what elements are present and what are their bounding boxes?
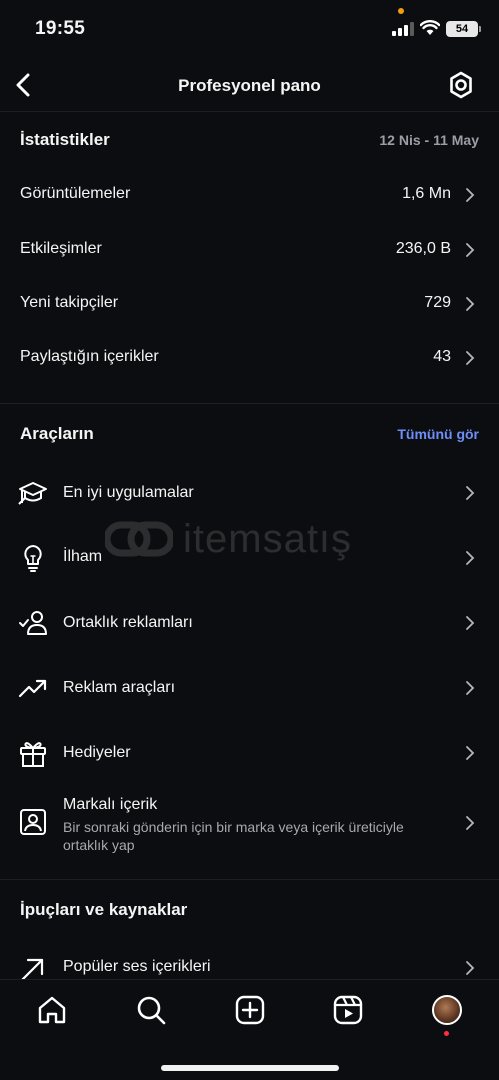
stat-row-shared-content[interactable]: Paylaştığın içerikler 43 [0,348,499,392]
stat-row-interactions[interactable]: Etkileşimler 236,0 B [0,240,499,284]
branded-content-icon [20,809,46,835]
date-range[interactable]: 12 Nis - 11 May [379,132,479,148]
section-divider [0,403,499,404]
tool-label: En iyi uygulamalar [63,484,194,501]
section-divider [0,879,499,880]
tools-header: Araçların Tümünü gör [0,424,499,454]
arrow-up-right-icon [21,958,44,979]
tool-row-gifts[interactable]: Hediyeler [0,723,499,783]
tool-label: Popüler ses içerikleri [63,958,211,975]
battery-level: 54 [455,23,469,35]
chevron-right-icon [466,551,475,565]
tool-label: Hediyeler [63,744,131,761]
bottom-tab-bar [0,979,499,1080]
stat-label: Görüntülemeler [20,185,131,202]
statistics-header: İstatistikler 12 Nis - 11 May [0,130,499,160]
home-indicator [161,1065,339,1071]
stat-label: Paylaştığın içerikler [20,348,159,365]
battery-icon: 54 [446,21,481,37]
chevron-right-icon [466,746,475,760]
chevron-right-icon [466,961,475,975]
tool-label: Ortaklık reklamları [63,614,193,631]
settings-gear-icon[interactable] [446,70,476,100]
tool-row-partnership-ads[interactable]: Ortaklık reklamları [0,593,499,653]
tip-row-popular-audio[interactable]: Popüler ses içerikleri [0,938,499,979]
stat-label: Etkileşimler [20,240,102,257]
chevron-right-icon [466,351,475,365]
stat-row-views[interactable]: Görüntülemeler 1,6 Mn [0,185,499,229]
tool-row-ad-tools[interactable]: Reklam araçları [0,658,499,718]
status-bar: 19:55 54 [0,0,499,60]
tool-row-inspiration[interactable]: İlham [0,528,499,588]
tool-sublabel: Bir sonraki gönderin için bir marka veya… [63,819,404,853]
stat-label: Yeni takipçiler [20,294,119,311]
home-icon[interactable] [36,994,68,1026]
profile-avatar[interactable] [432,995,462,1025]
tool-label: İlham [63,548,103,565]
signal-icon [392,22,414,36]
tips-header: İpuçları ve kaynaklar [0,900,499,930]
status-time: 19:55 [35,18,86,39]
tool-label: Reklam araçları [63,679,176,696]
page-title: Profesyonel pano [178,76,321,95]
chevron-right-icon [466,297,475,311]
create-post-icon[interactable] [234,994,266,1026]
search-icon[interactable] [135,994,167,1026]
stat-value: 1,6 Mn [402,185,451,202]
lightbulb-icon [24,545,42,572]
chevron-right-icon [466,816,475,830]
chevron-right-icon [466,243,475,257]
reels-icon[interactable] [332,994,364,1026]
chevron-right-icon [466,681,475,695]
tool-row-branded-content[interactable]: Markalı içerik Bir sonraki gönderin için… [0,788,499,868]
stat-value: 236,0 B [395,240,451,257]
tools-title: Araçların [20,424,94,443]
graduation-cap-icon [18,482,47,505]
statistics-title: İstatistikler [20,130,110,149]
tool-label: Markalı içerik [63,796,158,813]
tool-row-best-practices[interactable]: En iyi uygulamalar [0,463,499,523]
stat-value: 729 [424,294,451,311]
notification-dot [444,1031,449,1036]
see-all-link[interactable]: Tümünü gör [397,426,479,442]
chevron-right-icon [466,188,475,202]
chevron-right-icon [466,486,475,500]
top-navigation: Profesyonel pano [0,60,499,112]
chevron-right-icon [466,616,475,630]
stat-row-new-followers[interactable]: Yeni takipçiler 729 [0,294,499,338]
gift-icon [20,742,46,767]
tips-title: İpuçları ve kaynaklar [20,900,188,919]
trending-up-icon [18,679,47,698]
privacy-indicator-dot [398,8,404,14]
person-check-icon [19,611,47,635]
stat-value: 43 [433,348,451,365]
wifi-icon [420,20,440,35]
